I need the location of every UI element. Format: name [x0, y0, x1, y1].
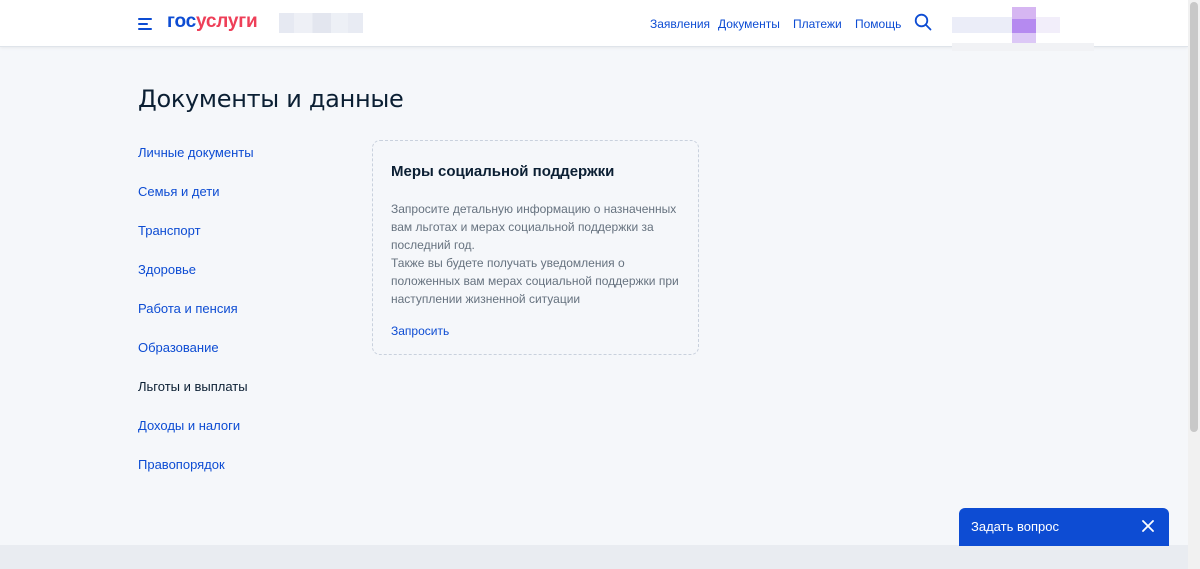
- sidebar-item-benefits[interactable]: Льготы и выплаты: [138, 378, 358, 417]
- card-description: Запросите детальную информацию о назначе…: [391, 200, 691, 308]
- card-description-line1: Запросите детальную информацию о назначе…: [391, 202, 677, 252]
- sidebar-item-work-pension[interactable]: Работа и пенсия: [138, 300, 358, 339]
- ask-question-label: Задать вопрос: [971, 519, 1059, 534]
- sidebar-item-education[interactable]: Образование: [138, 339, 358, 378]
- scrollbar[interactable]: [1188, 0, 1200, 569]
- sidebar-item-transport[interactable]: Транспорт: [138, 222, 358, 261]
- search-icon[interactable]: [914, 13, 932, 31]
- nav-documents[interactable]: Документы: [718, 16, 780, 32]
- sidebar-item-personal-documents[interactable]: Личные документы: [138, 144, 358, 183]
- footer: [0, 545, 1188, 569]
- card-description-line2: Также вы будете получать уведомления о п…: [391, 256, 679, 306]
- sidebar: Личные документы Семья и дети Транспорт …: [138, 144, 358, 495]
- nav-help[interactable]: Помощь: [855, 16, 901, 32]
- sidebar-item-law-order[interactable]: Правопорядок: [138, 456, 358, 495]
- user-profile-blurred[interactable]: [952, 7, 1094, 51]
- page-title: Документы и данные: [138, 85, 404, 113]
- nav-applications[interactable]: Заявления: [650, 16, 710, 32]
- request-link[interactable]: Запросить: [391, 322, 449, 340]
- ask-question-widget[interactable]: Задать вопрос: [959, 508, 1169, 546]
- social-support-card: Меры социальной поддержки Запросите дета…: [372, 140, 699, 355]
- scrollbar-thumb[interactable]: [1190, 2, 1198, 432]
- card-title: Меры социальной поддержки: [391, 163, 615, 180]
- sidebar-item-family-children[interactable]: Семья и дети: [138, 183, 358, 222]
- sidebar-item-income-taxes[interactable]: Доходы и налоги: [138, 417, 358, 456]
- close-icon[interactable]: [1141, 519, 1155, 533]
- header: госуслуги Заявления Документы Платежи По…: [0, 0, 1188, 51]
- nav-payments[interactable]: Платежи: [793, 16, 842, 32]
- sidebar-item-health[interactable]: Здоровье: [138, 261, 358, 300]
